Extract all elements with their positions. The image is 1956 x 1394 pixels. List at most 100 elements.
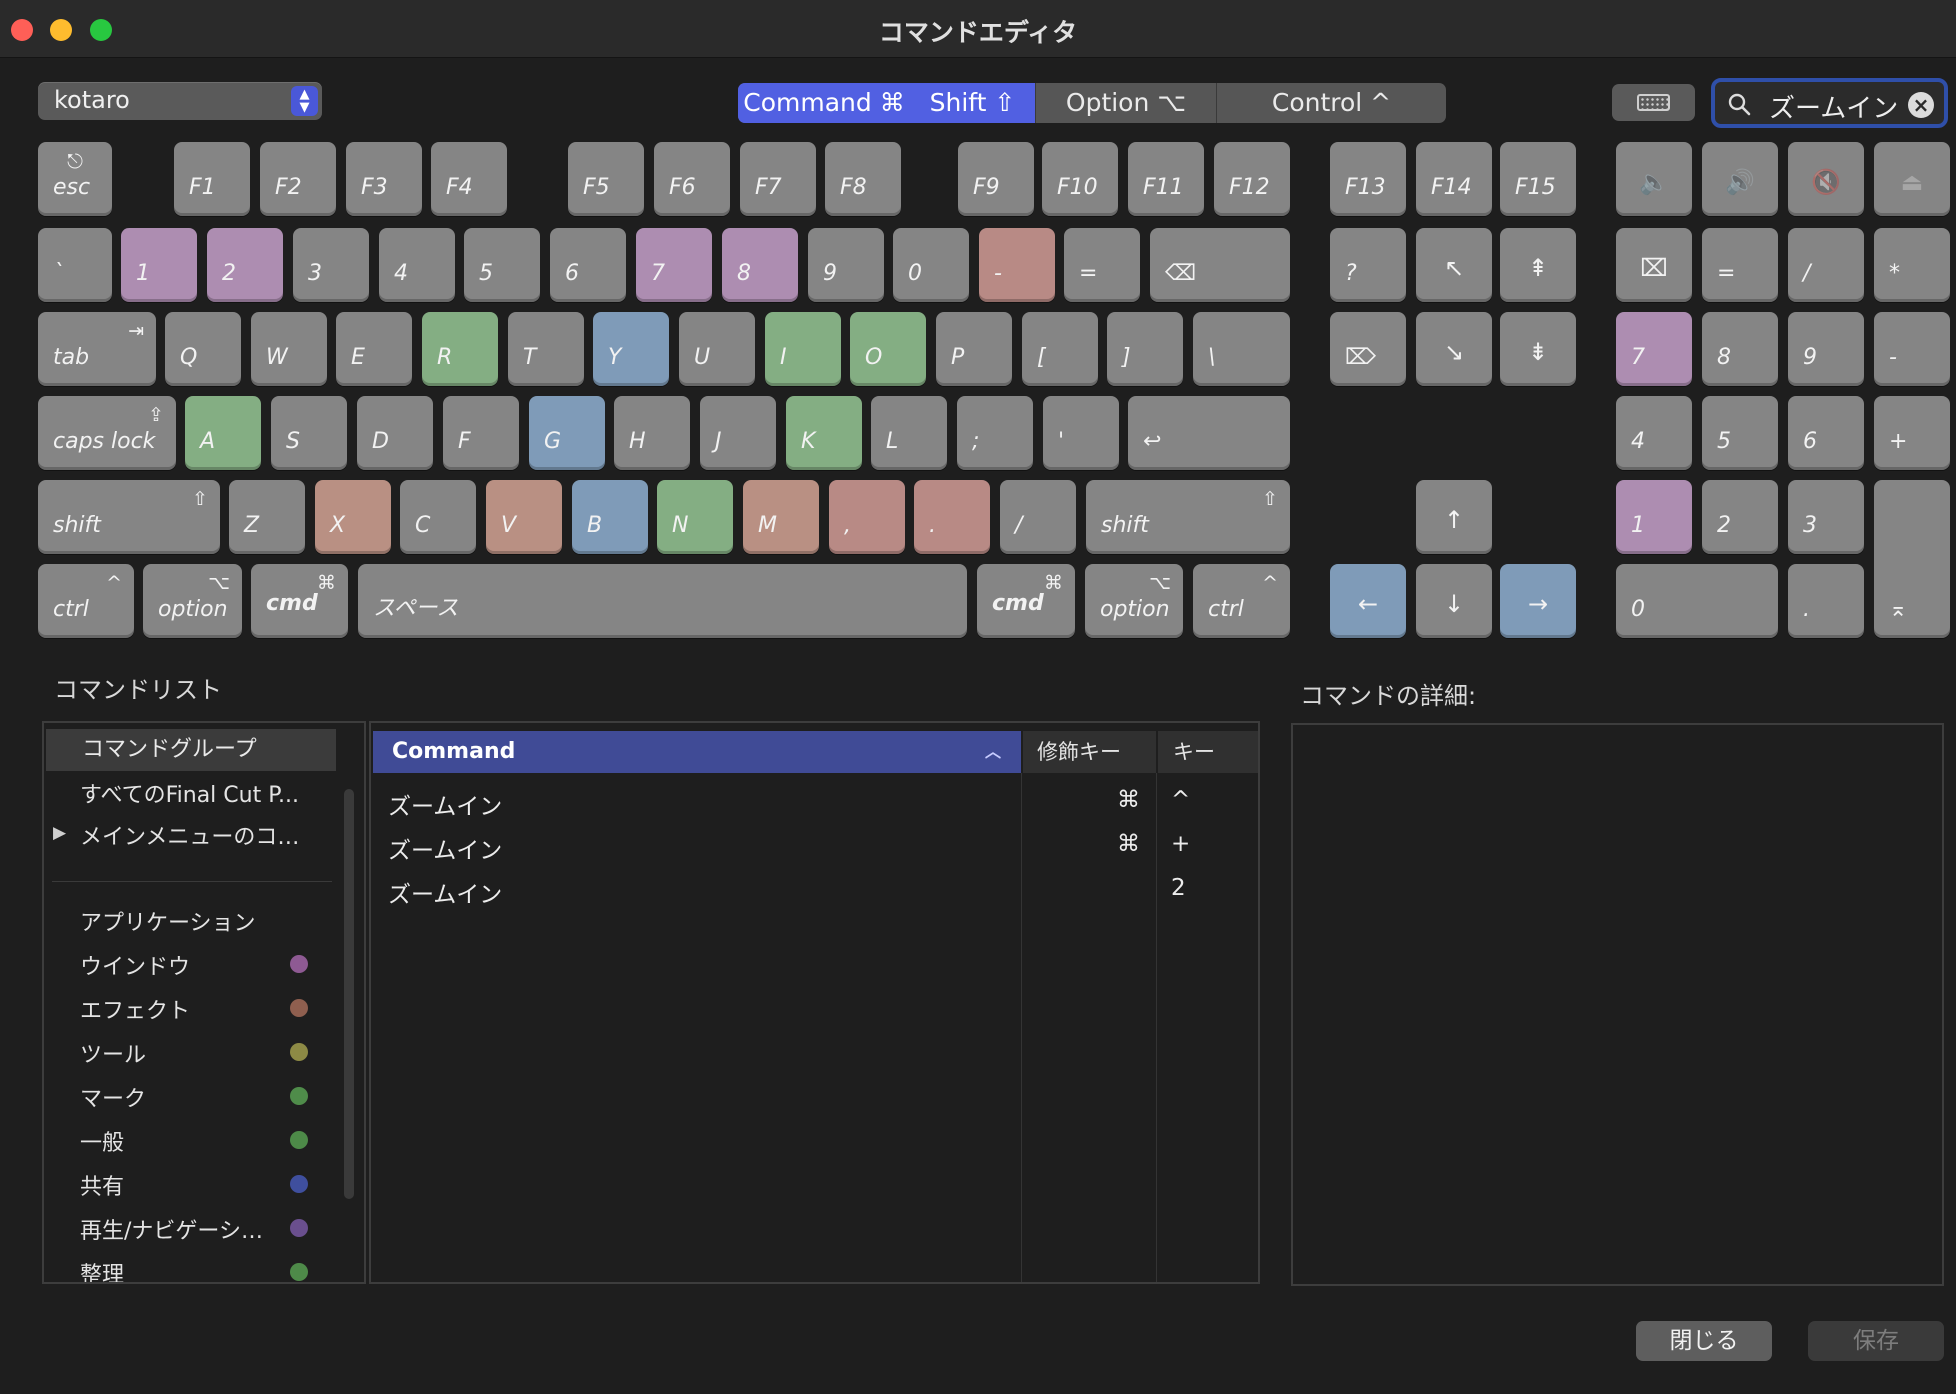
modifier-shift-button[interactable]: Shift ⇧ — [910, 83, 1035, 123]
key-f15[interactable]: F15 — [1500, 142, 1576, 216]
key-h[interactable]: H — [614, 396, 690, 470]
key-left-cmd[interactable]: ⌘ cmd — [251, 564, 348, 638]
key-numpad-divide[interactable]: / — [1788, 228, 1864, 302]
key-7[interactable]: 7 — [636, 228, 712, 302]
column-header-key[interactable]: キー — [1158, 731, 1258, 773]
key-numpad-1[interactable]: 1 — [1616, 480, 1692, 554]
group-list-scrollbar[interactable] — [344, 789, 354, 1199]
key-right-bracket[interactable]: ] — [1107, 312, 1183, 386]
key-right-cmd[interactable]: ⌘ cmd — [977, 564, 1075, 638]
key-v[interactable]: V — [486, 480, 562, 554]
key-a[interactable]: A — [185, 396, 261, 470]
key-numpad-5[interactable]: 5 — [1702, 396, 1778, 470]
key-page-down[interactable]: ⇟ — [1500, 312, 1576, 386]
key-numpad-equals[interactable]: = — [1702, 228, 1778, 302]
key-c[interactable]: C — [400, 480, 476, 554]
key-0[interactable]: 0 — [893, 228, 969, 302]
key-6[interactable]: 6 — [550, 228, 626, 302]
key-f[interactable]: F — [443, 396, 519, 470]
key-arrow-left[interactable]: ← — [1330, 564, 1406, 638]
key-j[interactable]: J — [700, 396, 776, 470]
key-8[interactable]: 8 — [722, 228, 798, 302]
key-w[interactable]: W — [251, 312, 327, 386]
key-f4[interactable]: F4 — [431, 142, 507, 216]
key-f1[interactable]: F1 — [174, 142, 250, 216]
key-numpad-6[interactable]: 6 — [1788, 396, 1864, 470]
key-comma[interactable]: , — [829, 480, 905, 554]
preset-popup[interactable]: kotaro ▲ ▼ — [38, 82, 322, 120]
key-2[interactable]: 2 — [207, 228, 283, 302]
key-eject[interactable]: ⏏ — [1874, 142, 1950, 216]
key-m[interactable]: M — [743, 480, 819, 554]
key-q[interactable]: Q — [165, 312, 241, 386]
key-help[interactable]: ? — [1330, 228, 1406, 302]
key-esc[interactable]: ⎋ esc — [38, 142, 112, 216]
key-caps-lock[interactable]: ⇪ caps lock — [38, 396, 176, 470]
key-3[interactable]: 3 — [293, 228, 369, 302]
key-f10[interactable]: F10 — [1042, 142, 1118, 216]
key-o[interactable]: O — [850, 312, 926, 386]
table-row[interactable]: ズームイン ⌘ + — [371, 823, 1258, 867]
key-clear[interactable]: ⌧ — [1616, 228, 1692, 302]
key-b[interactable]: B — [572, 480, 648, 554]
key-space[interactable]: スペース — [358, 564, 967, 638]
key-s[interactable]: S — [271, 396, 347, 470]
key-mute[interactable]: 🔇 — [1788, 142, 1864, 216]
key-9[interactable]: 9 — [808, 228, 884, 302]
key-left-shift[interactable]: ⇧ shift — [38, 480, 220, 554]
key-numpad-0[interactable]: 0 — [1616, 564, 1778, 638]
key-quote[interactable]: ' — [1043, 396, 1119, 470]
key-f7[interactable]: F7 — [740, 142, 816, 216]
key-period[interactable]: . — [914, 480, 990, 554]
key-numpad-enter[interactable]: ⌅ — [1874, 480, 1950, 638]
key-left-ctrl[interactable]: ^ ctrl — [38, 564, 134, 638]
key-n[interactable]: N — [657, 480, 733, 554]
key-f11[interactable]: F11 — [1128, 142, 1204, 216]
key-end[interactable]: ↘ — [1416, 312, 1492, 386]
key-d[interactable]: D — [357, 396, 433, 470]
modifier-option-button[interactable]: Option ⌥ — [1036, 83, 1216, 123]
key-u[interactable]: U — [679, 312, 755, 386]
close-button[interactable]: 閉じる — [1636, 1321, 1772, 1361]
key-numpad-3[interactable]: 3 — [1788, 480, 1864, 554]
key-f12[interactable]: F12 — [1214, 142, 1290, 216]
key-f14[interactable]: F14 — [1416, 142, 1492, 216]
keyboard-highlight-button[interactable] — [1612, 84, 1695, 121]
key-semicolon[interactable]: ; — [957, 396, 1033, 470]
key-return[interactable]: ↩ — [1128, 396, 1290, 470]
search-field[interactable]: ズームイン × — [1711, 78, 1948, 128]
key-delete[interactable]: ⌫ — [1150, 228, 1290, 302]
key-numpad-2[interactable]: 2 — [1702, 480, 1778, 554]
key-forward-delete[interactable]: ⌦ — [1330, 312, 1406, 386]
key-equals[interactable]: = — [1064, 228, 1140, 302]
column-header-modifier[interactable]: 修飾キー — [1023, 731, 1156, 773]
table-row[interactable]: ズームイン 2 — [371, 867, 1258, 911]
search-input[interactable]: ズームイン — [1769, 88, 1898, 125]
modifier-command-button[interactable]: Command ⌘ — [738, 83, 910, 123]
key-g[interactable]: G — [529, 396, 605, 470]
key-l[interactable]: L — [871, 396, 947, 470]
key-arrow-right[interactable]: → — [1500, 564, 1576, 638]
key-numpad-8[interactable]: 8 — [1702, 312, 1778, 386]
key-volume-up[interactable]: 🔊 — [1702, 142, 1778, 216]
key-x[interactable]: X — [315, 480, 391, 554]
key-f2[interactable]: F2 — [260, 142, 336, 216]
key-z[interactable]: Z — [229, 480, 305, 554]
key-i[interactable]: I — [765, 312, 841, 386]
key-arrow-up[interactable]: ↑ — [1416, 480, 1492, 554]
key-backtick[interactable]: ` — [38, 228, 112, 302]
key-page-up[interactable]: ⇞ — [1500, 228, 1576, 302]
key-right-option[interactable]: ⌥ option — [1085, 564, 1183, 638]
key-right-shift[interactable]: ⇧ shift — [1086, 480, 1290, 554]
key-right-ctrl[interactable]: ^ ctrl — [1193, 564, 1290, 638]
key-y[interactable]: Y — [593, 312, 669, 386]
key-numpad-decimal[interactable]: . — [1788, 564, 1864, 638]
key-arrow-down[interactable]: ↓ — [1416, 564, 1492, 638]
key-e[interactable]: E — [336, 312, 412, 386]
key-numpad-7[interactable]: 7 — [1616, 312, 1692, 386]
key-home[interactable]: ↖ — [1416, 228, 1492, 302]
key-f5[interactable]: F5 — [568, 142, 644, 216]
key-4[interactable]: 4 — [379, 228, 455, 302]
key-numpad-multiply[interactable]: * — [1874, 228, 1950, 302]
column-header-command[interactable]: Command ︿ — [373, 731, 1021, 773]
